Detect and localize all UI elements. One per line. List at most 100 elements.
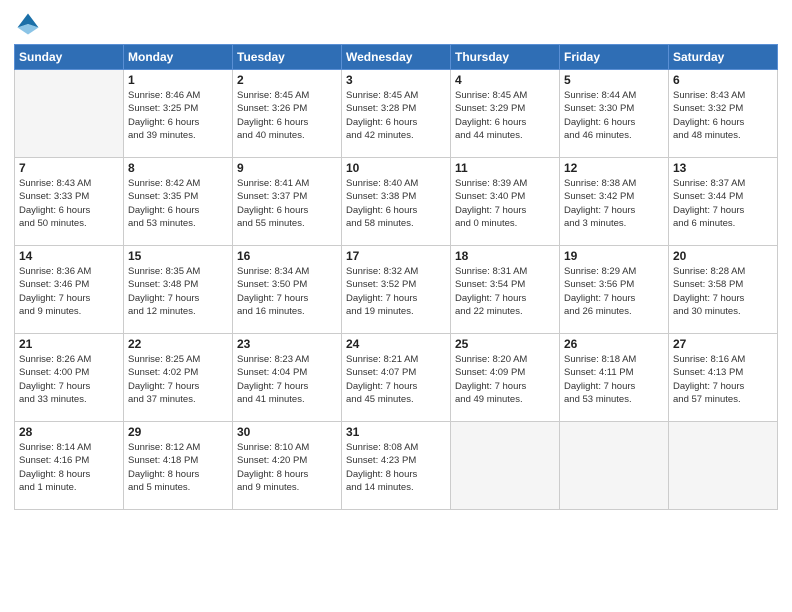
logo — [14, 10, 46, 38]
week-row-3: 21Sunrise: 8:26 AM Sunset: 4:00 PM Dayli… — [15, 334, 778, 422]
day-cell: 8 Sunrise: 8:42 AM Sunset: 3:35 PM Daylig… — [124, 158, 233, 246]
day-cell: 9 Sunrise: 8:41 AM Sunset: 3:37 PM Daylig… — [233, 158, 342, 246]
calendar-table: SundayMondayTuesdayWednesdayThursdayFrid… — [14, 44, 778, 510]
day-number: 18 — [455, 249, 555, 263]
day-number: 2 — [237, 73, 337, 87]
day-number: 17 — [346, 249, 446, 263]
day-cell: 29 Sunrise: 8:12 AM Sunset: 4:18 PM Dayli… — [124, 422, 233, 510]
day-number: 12 — [564, 161, 664, 175]
day-cell: 28 Sunrise: 8:14 AM Sunset: 4:16 PM Dayli… — [15, 422, 124, 510]
day-number: 31 — [346, 425, 446, 439]
day-number: 22 — [128, 337, 228, 351]
day-number: 29 — [128, 425, 228, 439]
day-cell: 4 Sunrise: 8:45 AM Sunset: 3:29 PM Daylig… — [451, 70, 560, 158]
day-cell: 24 Sunrise: 8:21 AM Sunset: 4:07 PM Dayli… — [342, 334, 451, 422]
col-header-friday: Friday — [560, 45, 669, 70]
day-info: Sunrise: 8:23 AM Sunset: 4:04 PM Dayligh… — [237, 353, 337, 406]
day-cell: 2 Sunrise: 8:45 AM Sunset: 3:26 PM Daylig… — [233, 70, 342, 158]
day-cell: 1 Sunrise: 8:46 AM Sunset: 3:25 PM Daylig… — [124, 70, 233, 158]
day-cell: 14 Sunrise: 8:36 AM Sunset: 3:46 PM Dayli… — [15, 246, 124, 334]
week-row-1: 7 Sunrise: 8:43 AM Sunset: 3:33 PM Daylig… — [15, 158, 778, 246]
day-info: Sunrise: 8:20 AM Sunset: 4:09 PM Dayligh… — [455, 353, 555, 406]
day-info: Sunrise: 8:35 AM Sunset: 3:48 PM Dayligh… — [128, 265, 228, 318]
day-info: Sunrise: 8:14 AM Sunset: 4:16 PM Dayligh… — [19, 441, 119, 494]
logo-icon — [14, 10, 42, 38]
day-info: Sunrise: 8:45 AM Sunset: 3:29 PM Dayligh… — [455, 89, 555, 142]
day-number: 30 — [237, 425, 337, 439]
day-cell: 25 Sunrise: 8:20 AM Sunset: 4:09 PM Dayli… — [451, 334, 560, 422]
day-number: 3 — [346, 73, 446, 87]
day-cell: 6Sunrise: 8:43 AM Sunset: 3:32 PM Daylig… — [669, 70, 778, 158]
day-cell: 20 Sunrise: 8:28 AM Sunset: 3:58 PM Dayli… — [669, 246, 778, 334]
day-number: 5 — [564, 73, 664, 87]
day-info: Sunrise: 8:18 AM Sunset: 4:11 PM Dayligh… — [564, 353, 664, 406]
day-number: 14 — [19, 249, 119, 263]
week-row-2: 14 Sunrise: 8:36 AM Sunset: 3:46 PM Dayli… — [15, 246, 778, 334]
day-cell: 3 Sunrise: 8:45 AM Sunset: 3:28 PM Daylig… — [342, 70, 451, 158]
day-number: 23 — [237, 337, 337, 351]
day-info: Sunrise: 8:44 AM Sunset: 3:30 PM Dayligh… — [564, 89, 664, 142]
day-number: 13 — [673, 161, 773, 175]
day-number: 26 — [564, 337, 664, 351]
day-cell: 30 Sunrise: 8:10 AM Sunset: 4:20 PM Dayli… — [233, 422, 342, 510]
day-cell: 11Sunrise: 8:39 AM Sunset: 3:40 PM Dayli… — [451, 158, 560, 246]
day-cell: 17 Sunrise: 8:32 AM Sunset: 3:52 PM Dayli… — [342, 246, 451, 334]
day-info: Sunrise: 8:29 AM Sunset: 3:56 PM Dayligh… — [564, 265, 664, 318]
day-cell: 22 Sunrise: 8:25 AM Sunset: 4:02 PM Dayli… — [124, 334, 233, 422]
day-number: 25 — [455, 337, 555, 351]
day-info: Sunrise: 8:31 AM Sunset: 3:54 PM Dayligh… — [455, 265, 555, 318]
day-info: Sunrise: 8:36 AM Sunset: 3:46 PM Dayligh… — [19, 265, 119, 318]
day-info: Sunrise: 8:25 AM Sunset: 4:02 PM Dayligh… — [128, 353, 228, 406]
day-number: 4 — [455, 73, 555, 87]
day-info: Sunrise: 8:21 AM Sunset: 4:07 PM Dayligh… — [346, 353, 446, 406]
day-cell: 27Sunrise: 8:16 AM Sunset: 4:13 PM Dayli… — [669, 334, 778, 422]
day-info: Sunrise: 8:38 AM Sunset: 3:42 PM Dayligh… — [564, 177, 664, 230]
day-number: 20 — [673, 249, 773, 263]
day-info: Sunrise: 8:28 AM Sunset: 3:58 PM Dayligh… — [673, 265, 773, 318]
day-info: Sunrise: 8:41 AM Sunset: 3:37 PM Dayligh… — [237, 177, 337, 230]
day-cell: 26 Sunrise: 8:18 AM Sunset: 4:11 PM Dayli… — [560, 334, 669, 422]
day-number: 11 — [455, 161, 555, 175]
day-cell — [451, 422, 560, 510]
col-header-sunday: Sunday — [15, 45, 124, 70]
day-cell: 7 Sunrise: 8:43 AM Sunset: 3:33 PM Daylig… — [15, 158, 124, 246]
header — [14, 10, 778, 38]
day-info: Sunrise: 8:43 AM Sunset: 3:33 PM Dayligh… — [19, 177, 119, 230]
col-header-wednesday: Wednesday — [342, 45, 451, 70]
day-cell — [15, 70, 124, 158]
day-cell: 12 Sunrise: 8:38 AM Sunset: 3:42 PM Dayli… — [560, 158, 669, 246]
day-info: Sunrise: 8:08 AM Sunset: 4:23 PM Dayligh… — [346, 441, 446, 494]
col-header-thursday: Thursday — [451, 45, 560, 70]
day-number: 21 — [19, 337, 119, 351]
day-info: Sunrise: 8:45 AM Sunset: 3:26 PM Dayligh… — [237, 89, 337, 142]
week-row-4: 28 Sunrise: 8:14 AM Sunset: 4:16 PM Dayli… — [15, 422, 778, 510]
day-info: Sunrise: 8:43 AM Sunset: 3:32 PM Dayligh… — [673, 89, 773, 142]
day-number: 16 — [237, 249, 337, 263]
day-number: 24 — [346, 337, 446, 351]
col-header-tuesday: Tuesday — [233, 45, 342, 70]
day-cell: 23 Sunrise: 8:23 AM Sunset: 4:04 PM Dayli… — [233, 334, 342, 422]
day-info: Sunrise: 8:46 AM Sunset: 3:25 PM Dayligh… — [128, 89, 228, 142]
day-info: Sunrise: 8:32 AM Sunset: 3:52 PM Dayligh… — [346, 265, 446, 318]
day-cell: 21Sunrise: 8:26 AM Sunset: 4:00 PM Dayli… — [15, 334, 124, 422]
day-cell: 19Sunrise: 8:29 AM Sunset: 3:56 PM Dayli… — [560, 246, 669, 334]
day-cell — [669, 422, 778, 510]
day-number: 1 — [128, 73, 228, 87]
day-cell: 5 Sunrise: 8:44 AM Sunset: 3:30 PM Daylig… — [560, 70, 669, 158]
day-info: Sunrise: 8:12 AM Sunset: 4:18 PM Dayligh… — [128, 441, 228, 494]
day-cell: 16 Sunrise: 8:34 AM Sunset: 3:50 PM Dayli… — [233, 246, 342, 334]
day-info: Sunrise: 8:40 AM Sunset: 3:38 PM Dayligh… — [346, 177, 446, 230]
day-number: 8 — [128, 161, 228, 175]
day-number: 9 — [237, 161, 337, 175]
day-number: 7 — [19, 161, 119, 175]
header-row: SundayMondayTuesdayWednesdayThursdayFrid… — [15, 45, 778, 70]
day-info: Sunrise: 8:45 AM Sunset: 3:28 PM Dayligh… — [346, 89, 446, 142]
col-header-saturday: Saturday — [669, 45, 778, 70]
day-cell — [560, 422, 669, 510]
day-cell: 18 Sunrise: 8:31 AM Sunset: 3:54 PM Dayli… — [451, 246, 560, 334]
day-number: 28 — [19, 425, 119, 439]
week-row-0: 1 Sunrise: 8:46 AM Sunset: 3:25 PM Daylig… — [15, 70, 778, 158]
day-info: Sunrise: 8:42 AM Sunset: 3:35 PM Dayligh… — [128, 177, 228, 230]
day-info: Sunrise: 8:10 AM Sunset: 4:20 PM Dayligh… — [237, 441, 337, 494]
day-info: Sunrise: 8:34 AM Sunset: 3:50 PM Dayligh… — [237, 265, 337, 318]
